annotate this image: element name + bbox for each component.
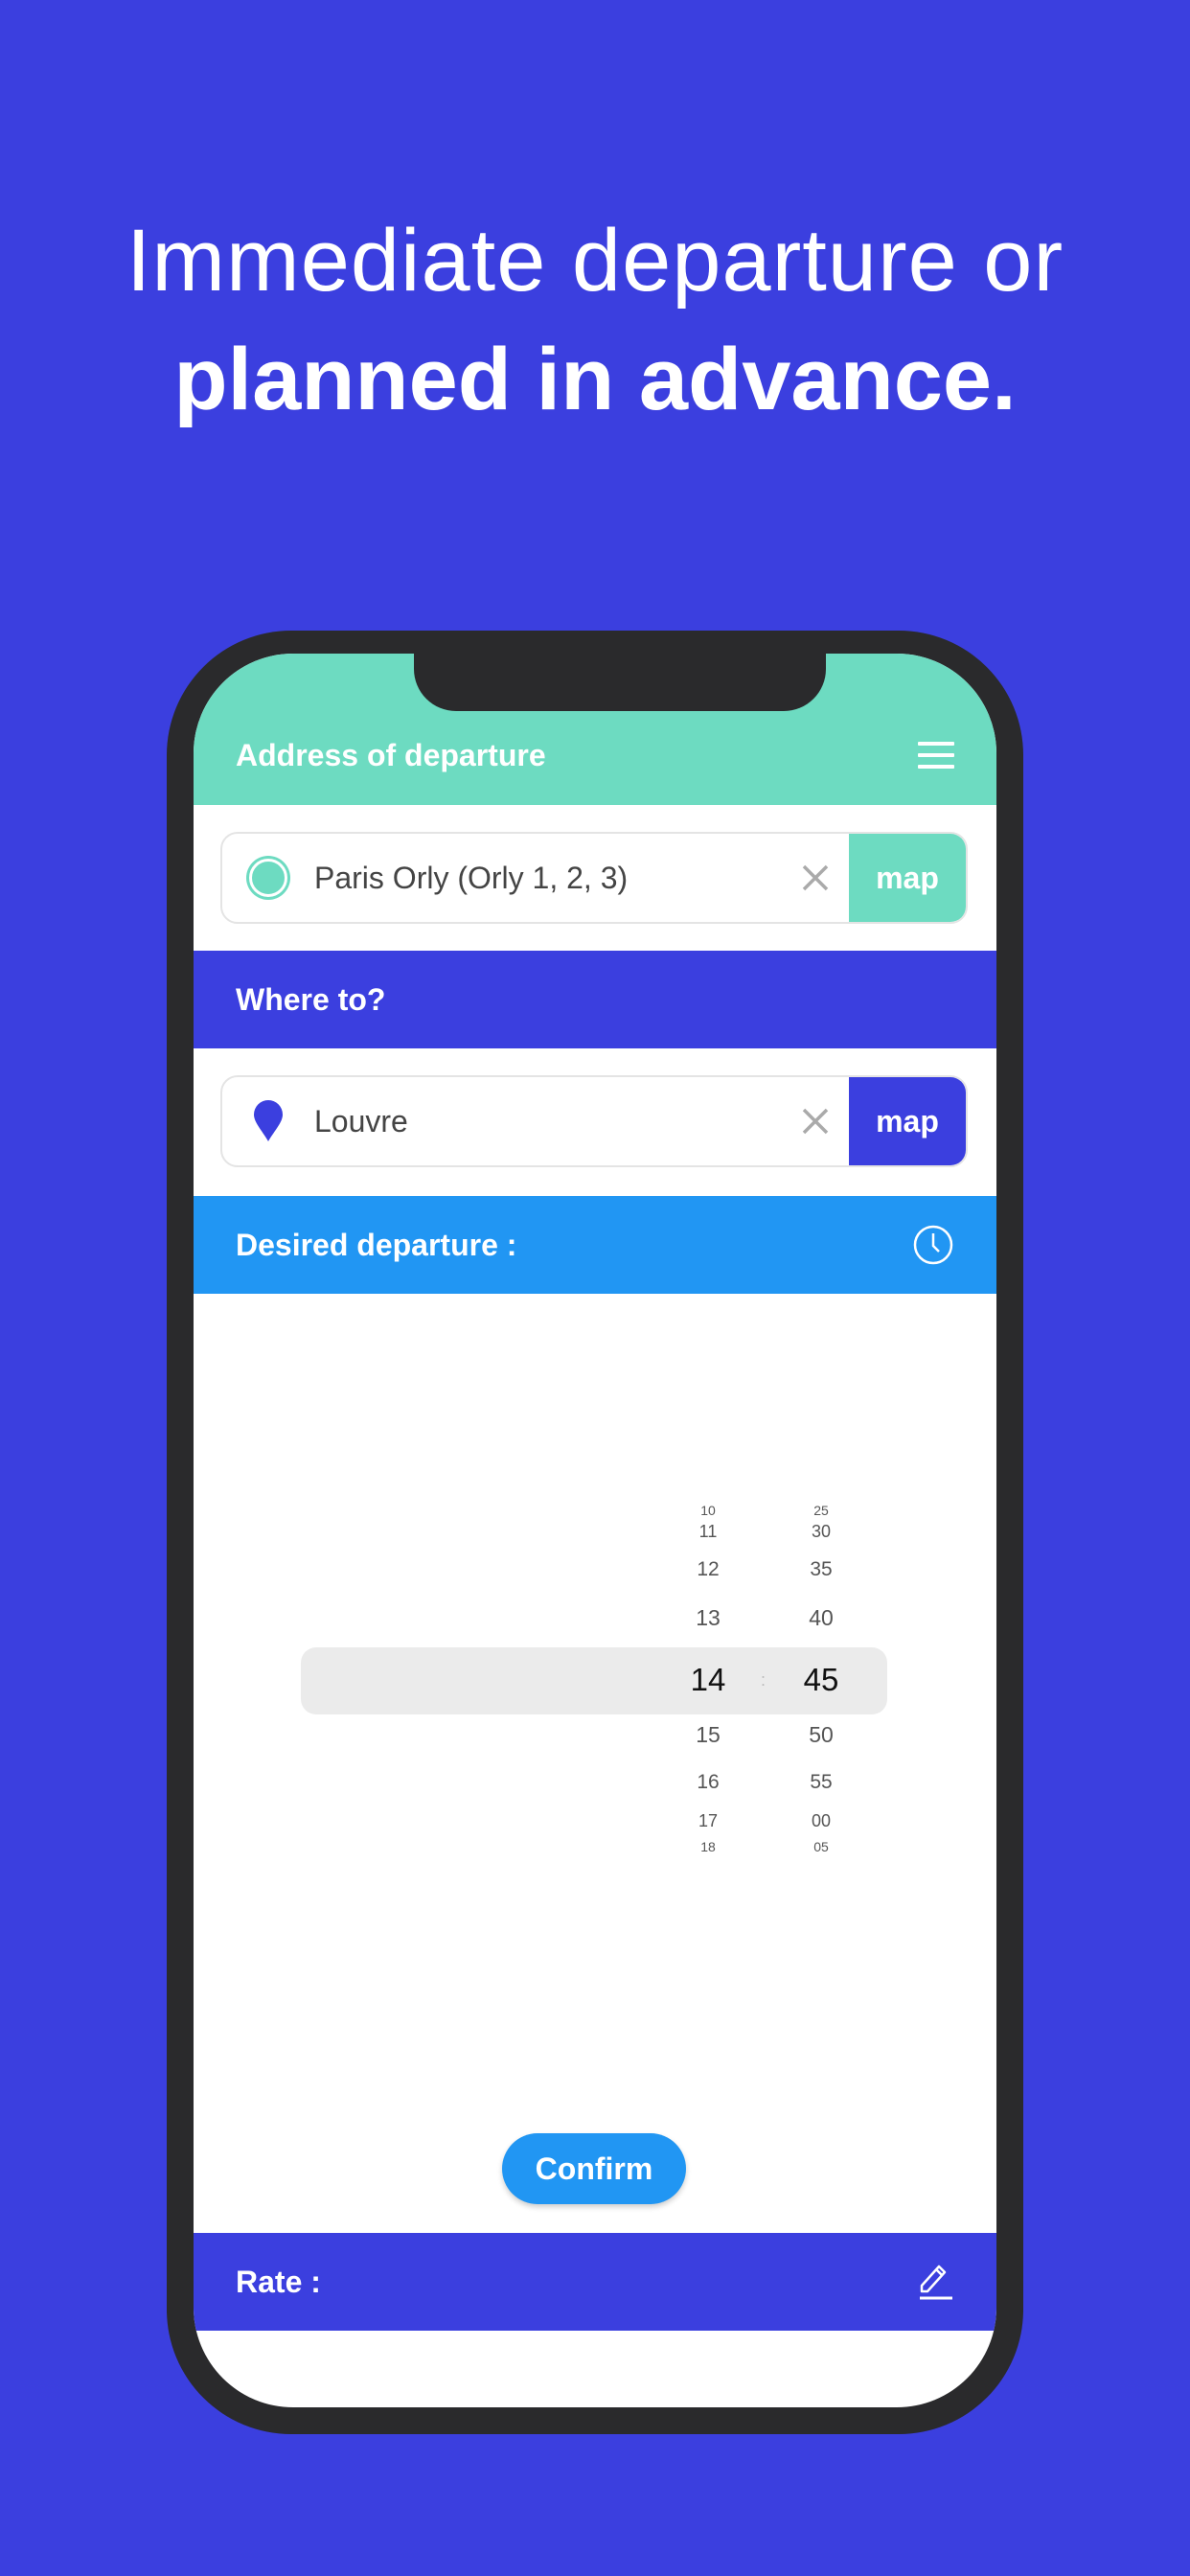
clear-departure-button[interactable]: [782, 834, 849, 922]
phone-frame: Address of departure Paris Orly (Orly 1,…: [167, 631, 1023, 2434]
confirm-button[interactable]: Confirm: [502, 2133, 686, 2204]
picker-hour-option[interactable]: 12: [670, 1558, 746, 1581]
picker-hour-option[interactable]: 13: [670, 1605, 746, 1631]
departure-field[interactable]: Paris Orly (Orly 1, 2, 3) map: [220, 832, 968, 924]
close-icon: [802, 864, 829, 891]
rate-header: Rate :: [194, 2233, 996, 2331]
location-pin-icon: [222, 1099, 314, 1143]
picker-hour-option[interactable]: 16: [670, 1771, 746, 1794]
destination-map-button[interactable]: map: [849, 1077, 966, 1165]
picker-minute-option[interactable]: 45: [783, 1662, 859, 1698]
clear-destination-button[interactable]: [782, 1077, 849, 1165]
departure-header-title: Address of departure: [236, 737, 546, 772]
headline-line-2: planned in advance.: [173, 331, 1017, 428]
picker-hour-option[interactable]: 18: [670, 1839, 746, 1854]
picker-hour-option[interactable]: 11: [670, 1522, 746, 1542]
headline: Immediate departure or planned in advanc…: [0, 201, 1190, 439]
picker-minute-option[interactable]: 25: [783, 1503, 859, 1518]
picker-hour-option[interactable]: 15: [670, 1722, 746, 1748]
picker-hour-option[interactable]: 14: [670, 1662, 746, 1698]
picker-hour-option[interactable]: 17: [670, 1811, 746, 1831]
phone-notch: [414, 654, 826, 711]
headline-line-1: Immediate departure or: [126, 212, 1064, 310]
picker-minute-option[interactable]: 40: [783, 1605, 859, 1631]
desired-departure-title: Desired departure :: [236, 1227, 517, 1262]
picker-minute-option[interactable]: 35: [783, 1558, 859, 1581]
picker-minute-option[interactable]: 05: [783, 1839, 859, 1854]
picker-minute-option[interactable]: 00: [783, 1811, 859, 1831]
pencil-edit-icon[interactable]: [916, 2263, 954, 2301]
clock-icon[interactable]: [912, 1224, 954, 1266]
rate-header-title: Rate :: [236, 2264, 321, 2299]
desired-departure-header: Desired departure :: [194, 1196, 996, 1294]
picker-minute-option[interactable]: 50: [783, 1722, 859, 1748]
departure-dot-icon: [222, 859, 314, 897]
date-time-picker[interactable]: NowtodayTue 05/04tomorrowWed 06/04Thu 07…: [194, 1502, 996, 1904]
departure-map-button[interactable]: map: [849, 834, 966, 922]
destination-header: Where to?: [194, 951, 996, 1048]
picker-hour-option[interactable]: 10: [670, 1503, 746, 1518]
destination-field[interactable]: Louvre map: [220, 1075, 968, 1167]
picker-minute-option[interactable]: 55: [783, 1771, 859, 1794]
picker-separator: :: [761, 1670, 767, 1690]
destination-header-title: Where to?: [236, 981, 386, 1017]
close-icon: [802, 1108, 829, 1135]
hamburger-menu-icon[interactable]: [918, 742, 954, 769]
departure-input[interactable]: Paris Orly (Orly 1, 2, 3): [314, 861, 782, 896]
destination-input[interactable]: Louvre: [314, 1104, 782, 1139]
picker-minute-option[interactable]: 30: [783, 1522, 859, 1542]
phone-screen: Address of departure Paris Orly (Orly 1,…: [194, 654, 996, 2407]
